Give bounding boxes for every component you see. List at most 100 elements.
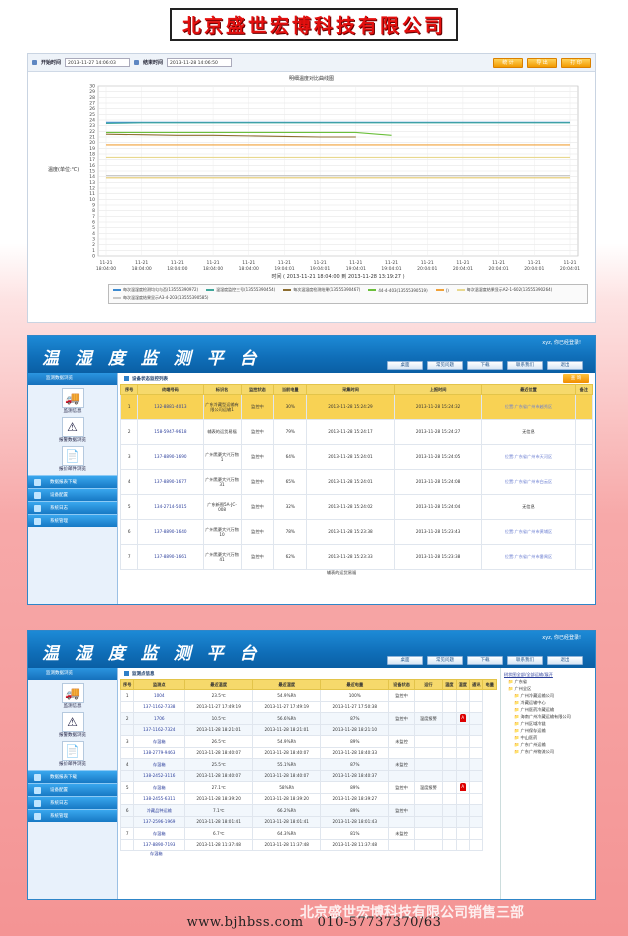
sidebar-tile-alarm[interactable]: ⚠ 报警数据浏览 xyxy=(43,417,103,443)
y-axis-label: 温度(单位:℃) xyxy=(48,166,79,173)
table-cell[interactable]: 132-8881-4013 xyxy=(137,394,204,420)
table-row[interactable]: 5 134-2714-5015 广东新图5A-JC-008 监控中 32% 2013-11… xyxy=(119,494,594,520)
table-cell: 2013-11-28 15:24:29 xyxy=(306,394,395,420)
tree-node[interactable]: 📁 广州保存运输 xyxy=(504,727,592,734)
export-button[interactable]: 导 出 xyxy=(527,57,557,68)
sidebar-tile-monitor[interactable]: 🚚 监测信息 xyxy=(43,683,103,709)
document-icon: 📄 xyxy=(61,446,84,466)
table-row[interactable]: 3 存温箱 26.5℃ 54.9%Rh 89% 未监控 xyxy=(119,735,497,748)
tree-node[interactable]: 📁 海南广州冷藏运输有限公司 xyxy=(504,713,592,720)
alarm-icon[interactable]: A xyxy=(459,714,466,723)
table-cell xyxy=(413,758,444,771)
table-row[interactable]: 138-2455-6311 2013-11-28 18:39:20 2013-11-… xyxy=(119,792,497,805)
tree-node[interactable]: 📁 广东省 xyxy=(504,678,592,685)
sidebar-tile-report[interactable]: 📄 报价邮件浏览 xyxy=(43,741,103,767)
nav-download-button[interactable]: 下载 xyxy=(467,656,503,665)
stat-button[interactable]: 统 计 xyxy=(493,57,523,68)
table-row[interactable]: 1 132-8881-4013 广东冷藏型运输有限公司运输1 监控中 30% 2013-1… xyxy=(119,394,594,420)
table-row[interactable]: 3 137-8890-1690 广州黑豪大兴万物1 监控中 64% 2013-11-28 … xyxy=(119,444,594,470)
table-cell: 87% xyxy=(320,758,390,771)
sidebar-tile-report[interactable]: 📄 报价邮件浏览 xyxy=(43,446,103,472)
app-header: 温 湿 度 监 测 平 台 xyz, 你已经登录! 桌面 常见问题 下载 联系我… xyxy=(28,336,595,373)
table-cell[interactable]: 137-8890-1677 xyxy=(137,469,204,495)
table-row[interactable]: 137-1162-7324 2013-11-28 18:21:01 2013-11-… xyxy=(119,723,497,736)
tree-node[interactable]: 📁 冷藏运输中心 xyxy=(504,699,592,706)
monitor-point-window: 温 湿 度 监 测 平 台 xyz, 你已经登录! 桌面 常见问题 下载 联系我… xyxy=(27,630,596,900)
table-cell: 位置:广东省广州市天河区 xyxy=(481,444,576,470)
nav-contact-button[interactable]: 联系我们 xyxy=(507,361,543,370)
table-row[interactable]: 138-2452-3116 2013-11-28 18:40:07 2013-11-… xyxy=(119,769,497,782)
sidebar-tile-alarm[interactable]: ⚠ 报警数据浏览 xyxy=(43,712,103,738)
table-row[interactable]: 4 存温箱 25.5℃ 55.1%Rh 87% 未监控 xyxy=(119,758,497,771)
tree-node[interactable]: 📁 广州冷藏运输公司 xyxy=(504,692,592,699)
table-row[interactable]: 6 137-8890-1640 广州黑豪大兴万物10 监控中 78% 2013-11-28… xyxy=(119,519,594,545)
tree-node[interactable]: 📁 广东广州运输 xyxy=(504,741,592,748)
nav-logout-button[interactable]: 退出 xyxy=(547,656,583,665)
table-cell: 54.9%Rh xyxy=(252,735,322,748)
table-cell xyxy=(388,700,415,713)
table-cell xyxy=(388,815,415,828)
table-cell[interactable]: 134-2714-5015 xyxy=(137,494,204,520)
tree-node[interactable]: 📁 广州全区 xyxy=(504,685,592,692)
nav-contact-button[interactable]: 联系我们 xyxy=(507,656,543,665)
table-cell xyxy=(455,723,471,736)
tree-node[interactable]: 树状图全部/全部运输/展开 xyxy=(504,671,592,678)
table-cell: 78% xyxy=(273,519,308,545)
table-cell: 1706 xyxy=(133,712,186,725)
table-row[interactable]: 2 1706 10.5℃ 56.6%Rh 87% 监控中 温度报警 A xyxy=(119,712,497,725)
alarm-icon[interactable]: A xyxy=(459,783,466,792)
table-row[interactable]: 137-8890-7193 2013-11-28 11:37:48 2013-11-… xyxy=(119,838,497,851)
table-row[interactable]: 137-2596-1969 2013-11-28 18:01:41 2013-11-… xyxy=(119,815,497,828)
query-button[interactable]: 查 询 xyxy=(563,374,589,383)
nav-home-button[interactable]: 桌面 xyxy=(387,361,423,370)
sidebar-item-system-admin[interactable]: 系统管理 xyxy=(28,809,117,822)
table-cell xyxy=(442,735,457,748)
table-cell xyxy=(455,838,471,851)
table-cell: 58%Rh xyxy=(252,781,322,794)
sidebar-item-system-admin[interactable]: 系统管理 xyxy=(28,514,117,527)
table-row[interactable]: 2 158-5947-9618 辅表的运货易福 监控中 79% 2013-11-28 15… xyxy=(119,419,594,445)
table-row[interactable]: 138-2779-9463 2013-11-28 18:40:07 2013-11-… xyxy=(119,746,497,759)
table-cell[interactable]: 137-8890-1690 xyxy=(137,444,204,470)
table-cell: 10.5℃ xyxy=(184,712,254,725)
nav-logout-button[interactable]: 退出 xyxy=(547,361,583,370)
table-row[interactable]: 4 137-8890-1677 广州黑豪大兴万物31 监控中 65% 2013-11-28… xyxy=(119,469,594,495)
table-cell: 未监控 xyxy=(388,758,415,771)
end-time-input[interactable]: 2013-11-28 14:06:50 xyxy=(167,58,233,67)
table-cell[interactable]: 137-8890-1661 xyxy=(137,544,204,570)
nav-buttons: 桌面 常见问题 下载 联系我们 退出 xyxy=(387,361,583,370)
table-cell: 监控中 xyxy=(240,519,275,545)
tree-node[interactable]: 📁 广州医药冷藏运输 xyxy=(504,706,592,713)
tree-node[interactable]: 📁 广州区域冷链 xyxy=(504,720,592,727)
sidebar-tile-monitor[interactable]: 🚚 监测信息 xyxy=(43,388,103,414)
table-row[interactable]: 6 冷藏品种运输 7.1℃ 66.2%Rh 89% 监控中 xyxy=(119,804,497,817)
table-cell[interactable]: 137-8890-1640 xyxy=(137,519,204,545)
x-tick-label: 11-21 xyxy=(242,260,255,266)
print-button[interactable]: 打 印 xyxy=(561,57,591,68)
table-cell[interactable]: 158-5947-9618 xyxy=(137,419,204,445)
tree-node[interactable]: 📁 中山医药 xyxy=(504,734,592,741)
sidebar-item-system-log[interactable]: 系统日志 xyxy=(28,501,117,514)
table-cell: 2013-11-28 18:21:10 xyxy=(320,723,390,736)
nav-home-button[interactable]: 桌面 xyxy=(387,656,423,665)
sidebar-item-device-config[interactable]: 设备配置 xyxy=(28,783,117,796)
table-row[interactable]: 1 1004 23.5℃ 54.9%Rh 100% 监控中 xyxy=(119,689,497,702)
table-row[interactable]: 7 137-8890-1661 广州黑豪大兴万物41 监控中 62% 2013-11-28… xyxy=(119,544,594,570)
sidebar-item-device-config[interactable]: 设备配置 xyxy=(28,488,117,501)
table-cell: 2 xyxy=(119,712,135,725)
legend-swatch xyxy=(113,289,121,291)
table-row[interactable]: 5 存温箱 27.1℃ 58%Rh 89% 监控中 温度报警 A xyxy=(119,781,497,794)
nav-faq-button[interactable]: 常见问题 xyxy=(427,361,463,370)
table-row[interactable]: 7 存温箱 6.7℃ 64.3%Rh 81% 未监控 xyxy=(119,827,497,840)
truck-icon: 🚚 xyxy=(61,683,84,703)
sidebar-item-report-download[interactable]: 数据报表下载 xyxy=(28,770,117,783)
sidebar-item-report-download[interactable]: 数据报表下载 xyxy=(28,475,117,488)
table-row[interactable]: 137-1162-7338 2013-11-27 17:49:19 2013-11-… xyxy=(119,700,497,713)
table-cell xyxy=(442,781,457,794)
tree-node[interactable]: 📁 广东广州物流公司 xyxy=(504,748,592,755)
table-cell: 3 xyxy=(119,444,139,470)
sidebar-item-system-log[interactable]: 系统日志 xyxy=(28,796,117,809)
nav-faq-button[interactable]: 常见问题 xyxy=(427,656,463,665)
start-time-input[interactable]: 2013-11-27 14:06:03 xyxy=(65,58,131,67)
nav-download-button[interactable]: 下载 xyxy=(467,361,503,370)
